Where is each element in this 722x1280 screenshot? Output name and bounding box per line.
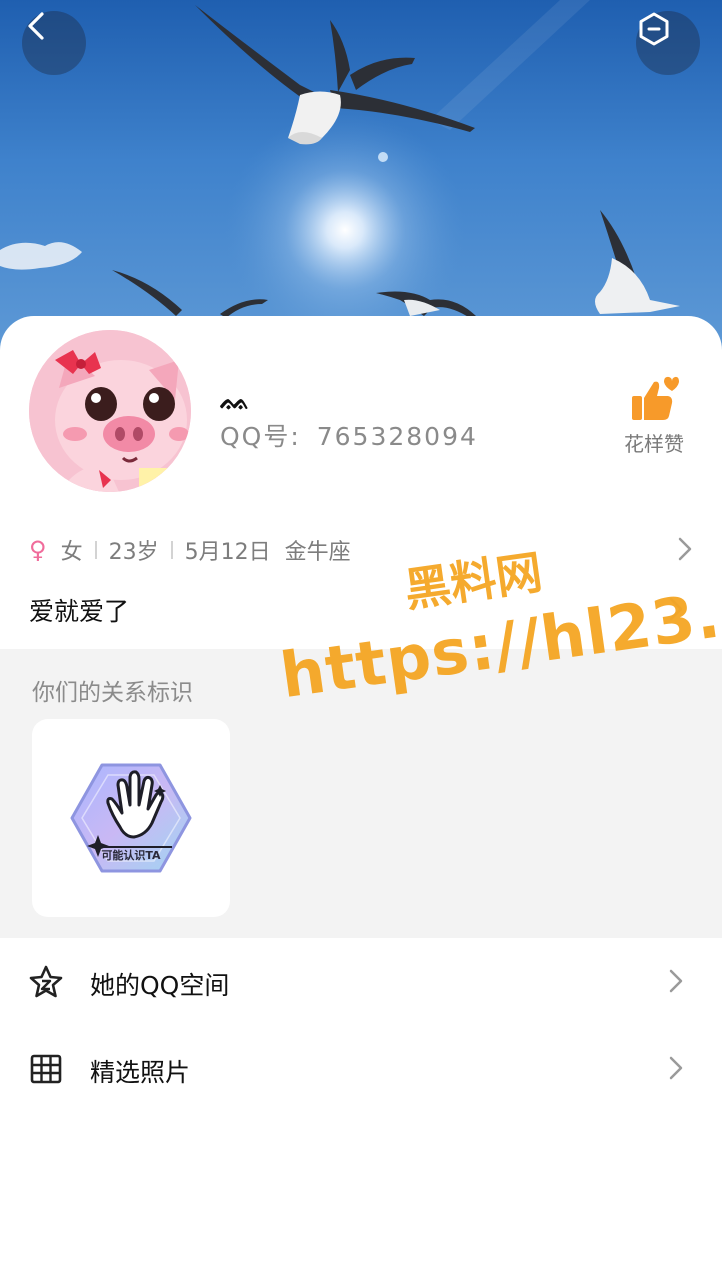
chevron-right-icon [678,537,692,561]
pig-avatar-image [29,330,191,492]
thumbs-up-heart-icon [632,376,679,420]
relationship-badge-card[interactable]: 可能认识TA [32,719,230,917]
chevron-right-icon [669,969,683,993]
wave-hand-badge-icon [70,763,192,873]
qq-label: QQ号: [220,422,301,451]
profile-card: ᨐ QQ号: 765328094 花样赞 ♀ 女 23岁 5月12日 金牛座 爱… [0,316,722,1280]
back-button[interactable] [22,11,86,75]
qzone-label: 她的QQ空间 [90,971,230,1000]
more-options-button[interactable] [636,11,700,75]
avatar[interactable] [29,330,191,492]
nickname: ᨐ [220,386,253,416]
birthday-text: 5月12日 [184,540,271,565]
cover-photo [0,0,722,360]
zodiac-text: 金牛座 [284,540,351,565]
qq-number-line: QQ号: 765328094 [220,417,478,453]
divider [94,541,97,559]
qq-number: 765328094 [316,422,478,451]
featured-photos-list-item[interactable]: 精选照片 [0,1027,722,1111]
relationship-title: 你们的关系标识 [32,680,193,706]
divider [170,541,173,559]
gender-text: 女 [60,540,83,565]
basic-info-row[interactable]: ♀ 女 23岁 5月12日 金牛座 [29,530,693,570]
chevron-left-icon [28,12,44,40]
female-icon: ♀ [29,536,47,564]
hexagon-menu-icon [639,12,669,46]
fancy-like-button[interactable]: 花样赞 [612,376,696,456]
signature-text[interactable]: 爱就爱了 [29,592,129,628]
photo-grid-icon [30,1054,62,1084]
fancy-like-label: 花样赞 [624,432,684,456]
age-text: 23岁 [108,540,159,565]
relationship-badge-text: 可能认识TA [101,849,161,862]
featured-photos-label: 精选照片 [90,1058,191,1087]
sky-with-gulls-image [0,0,680,360]
qzone-list-item[interactable]: 她的QQ空间 [0,940,722,1024]
qzone-star-icon [29,965,63,998]
chevron-right-icon [669,1056,683,1080]
